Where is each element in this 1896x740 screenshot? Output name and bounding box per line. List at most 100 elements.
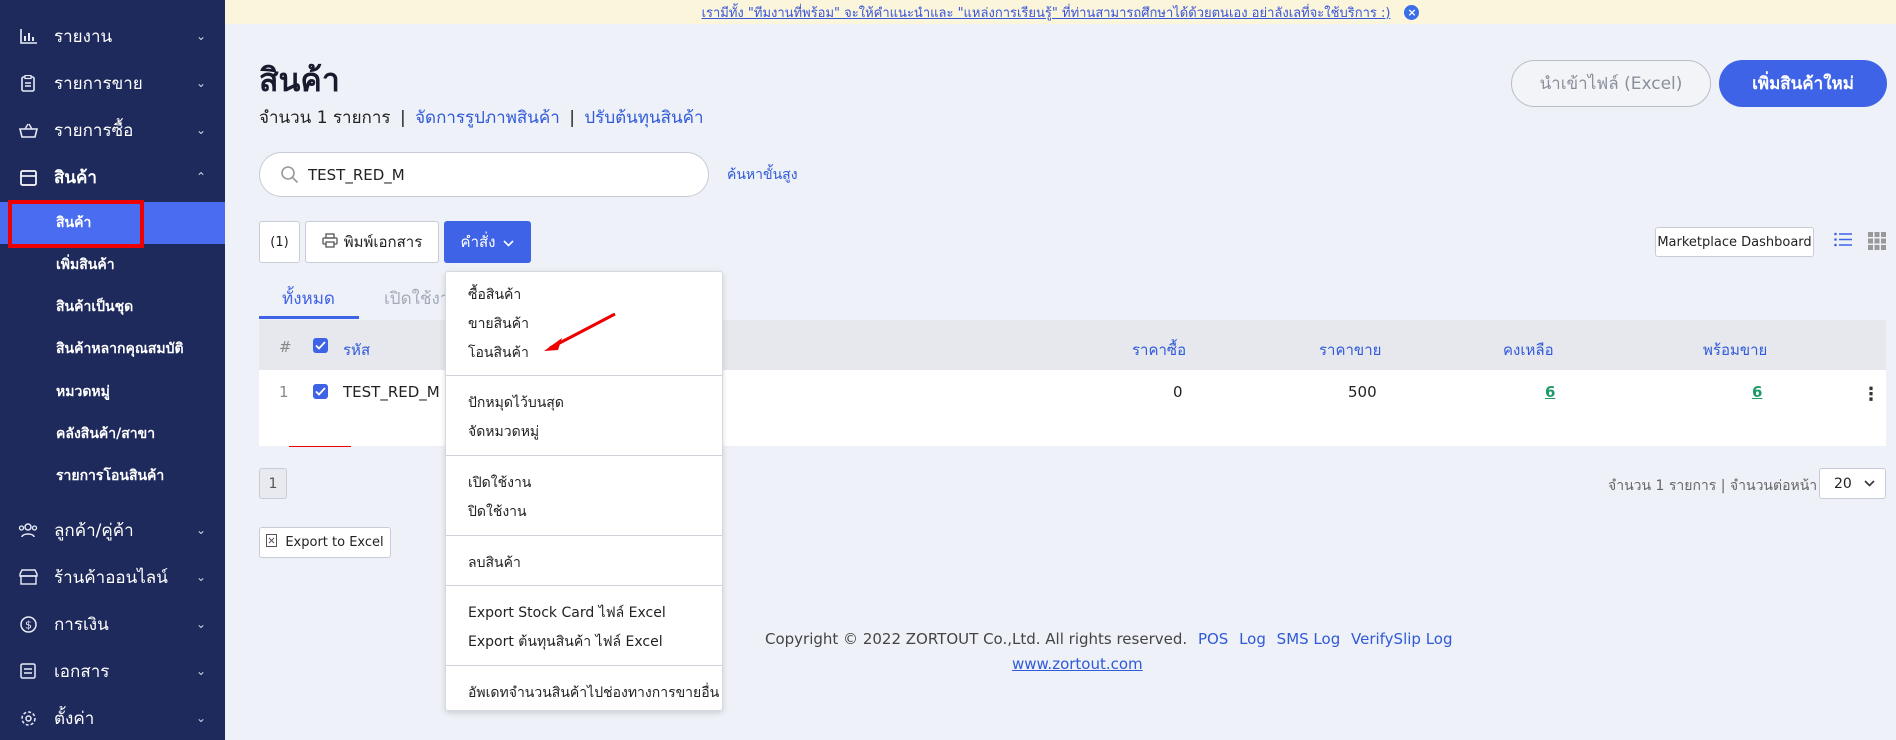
sidebar-subitem-transfers[interactable]: รายการโอนสินค้า — [0, 455, 225, 497]
sidebar-item-online-store[interactable]: ร้านค้าออนไลน์ ⌄ — [0, 557, 225, 597]
banner-link[interactable]: เรามีทั้ง "ทีมงานที่พร้อม" จะให้คำแนะนำแ… — [702, 2, 1391, 23]
sidebar-item-label: เอกสาร — [54, 661, 110, 682]
manage-images-link[interactable]: จัดการรูปภาพสินค้า — [415, 108, 560, 128]
menu-divider — [446, 375, 722, 376]
print-documents-button[interactable]: พิมพ์เอกสาร — [305, 221, 439, 263]
sidebar-item-label: ลูกค้า/คู่ค้า — [54, 520, 134, 541]
menu-item-export-cost[interactable]: Export ต้นทุนสินค้า ไฟล์ Excel — [468, 631, 663, 653]
sidebar-subitem-warehouses[interactable]: คลังสินค้า/สาขา — [0, 413, 225, 455]
chevron-down-icon: ⌄ — [196, 76, 207, 90]
list-view-icon[interactable] — [1834, 232, 1852, 251]
column-header-code[interactable]: รหัส — [343, 338, 370, 362]
store-icon — [18, 567, 38, 587]
sidebar-subitem-bundles[interactable]: สินค้าเป็นชุด — [0, 286, 225, 328]
sidebar-item-label: การเงิน — [54, 614, 109, 635]
footer-link-pos[interactable]: POS — [1198, 630, 1228, 648]
footer-link-verifyslip-log[interactable]: VerifySlip Log — [1351, 630, 1453, 648]
gear-icon — [18, 708, 38, 728]
menu-item-sell-product[interactable]: ขายสินค้า — [468, 313, 529, 335]
chevron-down-icon: ⌄ — [196, 570, 207, 584]
row-checkbox[interactable] — [313, 384, 328, 399]
dollar-icon: $ — [18, 614, 38, 634]
pagination-summary: จำนวน 1 รายการ | จำนวนต่อหน้า — [1608, 478, 1818, 494]
sidebar: รายงาน ⌄ รายการขาย ⌄ รายการซื้อ ⌄ สินค้า… — [0, 0, 225, 740]
command-dropdown-button[interactable]: คำสั่ง — [444, 221, 531, 263]
sidebar-subitem-add-product[interactable]: เพิ่มสินค้า — [0, 244, 225, 286]
menu-item-export-stock-card[interactable]: Export Stock Card ไฟล์ Excel — [468, 602, 666, 624]
sidebar-item-documents[interactable]: เอกสาร ⌄ — [0, 651, 225, 691]
footer-link-sms-log[interactable]: SMS Log — [1277, 630, 1341, 648]
svg-text:$: $ — [25, 618, 32, 631]
grid-view-icon[interactable] — [1868, 232, 1886, 254]
sidebar-item-settings[interactable]: ตั้งค่า ⌄ — [0, 698, 225, 738]
sidebar-item-purchases[interactable]: รายการซื้อ ⌄ — [0, 110, 225, 150]
select-all-checkbox[interactable] — [313, 338, 328, 353]
sidebar-subitem-variants[interactable]: สินค้าหลากคุณสมบัติ — [0, 328, 225, 370]
menu-item-pin-top[interactable]: ปักหมุดไว้บนสุด — [468, 392, 564, 414]
column-header-sell-price[interactable]: ราคาขาย — [1319, 338, 1381, 362]
marketplace-dashboard-button[interactable]: Marketplace Dashboard — [1655, 227, 1814, 257]
chevron-down-icon: ⌄ — [196, 617, 207, 631]
column-header-remaining[interactable]: คงเหลือ — [1503, 338, 1554, 362]
chevron-down-icon: ⌄ — [196, 523, 207, 537]
column-header-buy-price[interactable]: ราคาซื้อ — [1132, 338, 1186, 362]
menu-item-categorize[interactable]: จัดหมวดหมู่ — [468, 421, 539, 443]
users-icon — [18, 520, 38, 540]
sidebar-item-contacts[interactable]: ลูกค้า/คู่ค้า ⌄ — [0, 510, 225, 550]
sidebar-subitem-products[interactable]: สินค้า — [0, 202, 225, 244]
sidebar-item-reports[interactable]: รายงาน ⌄ — [0, 16, 225, 56]
sidebar-item-label: ตั้งค่า — [54, 708, 95, 729]
menu-divider — [446, 535, 722, 536]
menu-item-enable[interactable]: เปิดใช้งาน — [468, 472, 531, 494]
menu-item-update-channels[interactable]: อัพเดทจำนวนสินค้าไปช่องทางการขายอื่น — [468, 682, 719, 704]
per-page-select[interactable]: 20 — [1819, 468, 1886, 499]
adjust-cost-link[interactable]: ปรับต้นทุนสินค้า — [584, 108, 703, 128]
excel-file-icon — [266, 534, 278, 551]
document-icon — [18, 661, 38, 681]
print-documents-label: พิมพ์เอกสาร — [343, 233, 423, 251]
row-buy-price: 0 — [1173, 383, 1183, 401]
website-link[interactable]: www.zortout.com — [1012, 655, 1143, 673]
printer-icon — [322, 232, 338, 252]
row-available-link[interactable]: 6 — [1752, 383, 1762, 401]
sidebar-subitem-label: รายการโอนสินค้า — [56, 468, 165, 484]
per-page-value: 20 — [1834, 475, 1852, 492]
menu-item-transfer-product[interactable]: โอนสินค้า — [468, 342, 529, 364]
export-excel-button[interactable]: Export to Excel — [259, 527, 391, 558]
page-button[interactable]: 1 — [259, 468, 287, 499]
search-box — [259, 152, 709, 197]
menu-item-delete-product[interactable]: ลบสินค้า — [468, 552, 521, 574]
search-icon — [280, 165, 299, 188]
row-sell-price: 500 — [1348, 383, 1377, 401]
sidebar-item-sales[interactable]: รายการขาย ⌄ — [0, 63, 225, 103]
announcement-banner: เรามีทั้ง "ทีมงานที่พร้อม" จะให้คำแนะนำแ… — [225, 0, 1896, 24]
sidebar-item-label: สินค้า — [54, 167, 97, 188]
separator: | — [399, 108, 406, 128]
sidebar-subitem-categories[interactable]: หมวดหมู่ — [0, 371, 225, 413]
footer: Copyright © 2022 ZORTOUT Co.,Ltd. All ri… — [765, 630, 1453, 648]
sidebar-item-finance[interactable]: $ การเงิน ⌄ — [0, 604, 225, 644]
row-code[interactable]: TEST_RED_M — [343, 383, 440, 401]
box-icon — [18, 167, 38, 187]
basket-icon — [18, 120, 38, 140]
row-remaining-link[interactable]: 6 — [1545, 383, 1555, 401]
tab-all[interactable]: ทั้งหมด — [282, 285, 335, 312]
close-icon[interactable]: × — [1404, 4, 1420, 20]
column-header-available[interactable]: พร้อมขาย — [1703, 338, 1767, 362]
sidebar-subitem-label: เพิ่มสินค้า — [56, 257, 115, 273]
annotation-arrow-icon — [544, 312, 616, 351]
menu-item-disable[interactable]: ปิดใช้งาน — [468, 501, 527, 523]
add-product-button[interactable]: เพิ่มสินค้าใหม่ — [1719, 60, 1887, 107]
sidebar-item-label: รายงาน — [54, 26, 113, 47]
selected-count-button[interactable]: (1) — [259, 221, 300, 263]
command-label: คำสั่ง — [460, 233, 496, 251]
footer-link-log[interactable]: Log — [1239, 630, 1266, 648]
menu-divider — [446, 585, 722, 586]
import-excel-button[interactable]: นำเข้าไฟล์ (Excel) — [1511, 60, 1711, 107]
advanced-search-link[interactable]: ค้นหาขั้นสูง — [727, 164, 798, 186]
search-input[interactable] — [308, 163, 688, 187]
menu-item-buy-product[interactable]: ซื้อสินค้า — [468, 284, 521, 306]
more-options-icon[interactable]: ⋮ — [1862, 384, 1880, 405]
chevron-down-icon: ⌄ — [196, 664, 207, 678]
sidebar-item-products[interactable]: สินค้า ⌃ — [0, 157, 225, 197]
